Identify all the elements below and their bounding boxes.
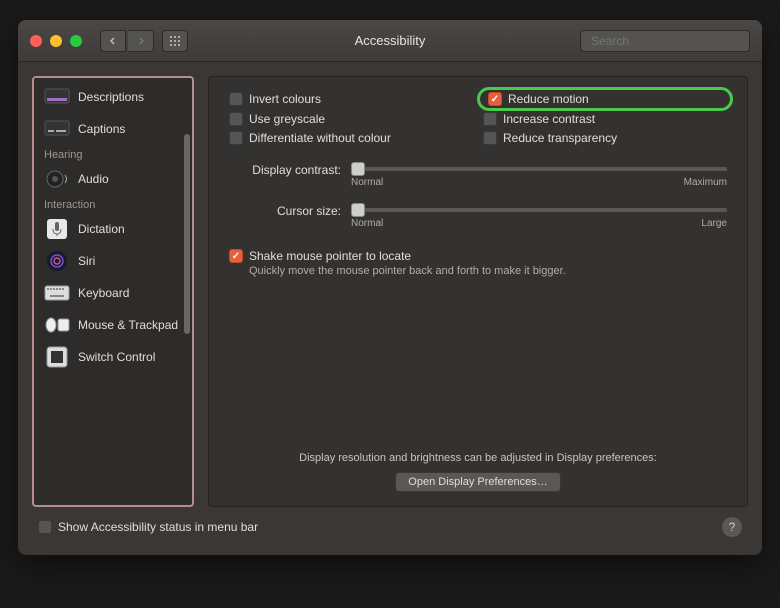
- sidebar-item-descriptions[interactable]: Descriptions: [34, 81, 192, 113]
- titlebar: Accessibility: [18, 20, 762, 62]
- audio-icon: [44, 169, 70, 189]
- checkbox-grid: Invert colours Reduce motion Use greysca…: [229, 91, 727, 145]
- display-contrast-row: Display contrast: Normal Maximum: [229, 161, 727, 188]
- switch-control-icon: [44, 347, 70, 367]
- shake-pointer-checkbox[interactable]: Shake mouse pointer to locate: [229, 249, 727, 263]
- window-controls: [30, 35, 82, 47]
- checkbox-label: Increase contrast: [503, 112, 595, 126]
- sidebar-item-label: Descriptions: [78, 90, 144, 104]
- sidebar-item-dictation[interactable]: Dictation: [34, 213, 192, 245]
- slider-min-label: Normal: [351, 218, 383, 229]
- close-button[interactable]: [30, 35, 42, 47]
- sidebar-item-switch-control[interactable]: Switch Control: [34, 341, 192, 373]
- sidebar-item-captions[interactable]: Captions: [34, 113, 192, 145]
- open-display-prefs-button[interactable]: Open Display Preferences…: [395, 472, 560, 492]
- slider-max-label: Maximum: [684, 177, 727, 188]
- sidebar-scrollbar[interactable]: [184, 84, 190, 499]
- main-footer: Display resolution and brightness can be…: [229, 452, 727, 492]
- sidebar-item-mouse-trackpad[interactable]: Mouse & Trackpad: [34, 309, 192, 341]
- section-hearing: Hearing: [34, 145, 192, 163]
- checkbox-label: Shake mouse pointer to locate: [249, 249, 411, 263]
- slider-thumb[interactable]: [351, 203, 365, 217]
- sidebar: Descriptions Captions Hearing Audio Inte…: [32, 76, 194, 507]
- footer-text: Display resolution and brightness can be…: [229, 452, 727, 464]
- checkbox-box: [38, 520, 52, 534]
- forward-button[interactable]: [128, 30, 154, 52]
- reduce-motion-checkbox[interactable]: Reduce motion: [477, 87, 733, 111]
- captions-icon: [44, 119, 70, 139]
- sidebar-item-siri[interactable]: Siri: [34, 245, 192, 277]
- keyboard-icon: [44, 283, 70, 303]
- reduce-transparency-checkbox[interactable]: Reduce transparency: [483, 131, 727, 145]
- search-input[interactable]: [591, 34, 746, 48]
- checkbox-label: Invert colours: [249, 92, 321, 106]
- dictation-icon: [44, 219, 70, 239]
- display-contrast-slider[interactable]: [351, 167, 727, 171]
- sidebar-item-label: Dictation: [78, 222, 125, 236]
- section-interaction: Interaction: [34, 195, 192, 213]
- sidebar-item-label: Siri: [78, 254, 95, 268]
- checkbox-box: [483, 112, 497, 126]
- checkbox-label: Reduce motion: [508, 92, 589, 106]
- help-button[interactable]: ?: [722, 517, 742, 537]
- checkbox-box: [229, 92, 243, 106]
- search-field[interactable]: [580, 30, 750, 52]
- minimize-button[interactable]: [50, 35, 62, 47]
- slider-label: Display contrast:: [229, 161, 341, 177]
- checkbox-box: [483, 131, 497, 145]
- mouse-trackpad-icon: [44, 315, 70, 335]
- slider-label: Cursor size:: [229, 202, 341, 218]
- show-status-checkbox[interactable]: Show Accessibility status in menu bar: [38, 520, 258, 534]
- descriptions-icon: [44, 87, 70, 107]
- use-greyscale-checkbox[interactable]: Use greyscale: [229, 112, 473, 126]
- cursor-size-row: Cursor size: Normal Large: [229, 202, 727, 229]
- checkbox-label: Use greyscale: [249, 112, 325, 126]
- back-button[interactable]: [100, 30, 126, 52]
- checkbox-label: Show Accessibility status in menu bar: [58, 520, 258, 534]
- checkbox-label: Reduce transparency: [503, 131, 617, 145]
- sidebar-item-label: Audio: [78, 172, 109, 186]
- checkbox-box: [229, 249, 243, 263]
- increase-contrast-checkbox[interactable]: Increase contrast: [483, 112, 727, 126]
- nav-buttons: [100, 30, 154, 52]
- shake-pointer-description: Quickly move the mouse pointer back and …: [249, 265, 727, 277]
- sidebar-item-label: Mouse & Trackpad: [78, 318, 178, 332]
- sidebar-item-keyboard[interactable]: Keyboard: [34, 277, 192, 309]
- sidebar-item-label: Switch Control: [78, 350, 155, 364]
- checkbox-label: Differentiate without colour: [249, 131, 391, 145]
- sidebar-item-label: Captions: [78, 122, 125, 136]
- slider-min-label: Normal: [351, 177, 383, 188]
- panes: Descriptions Captions Hearing Audio Inte…: [32, 76, 748, 507]
- preferences-window: Accessibility Descriptions Captions Hear…: [18, 20, 762, 555]
- invert-colours-checkbox[interactable]: Invert colours: [229, 91, 473, 107]
- window-title: Accessibility: [355, 33, 426, 48]
- main-panel: Invert colours Reduce motion Use greysca…: [208, 76, 748, 507]
- shake-pointer-row: Shake mouse pointer to locate Quickly mo…: [229, 249, 727, 277]
- content-area: Descriptions Captions Hearing Audio Inte…: [18, 62, 762, 555]
- cursor-size-slider[interactable]: [351, 208, 727, 212]
- differentiate-checkbox[interactable]: Differentiate without colour: [229, 131, 473, 145]
- show-all-button[interactable]: [162, 30, 188, 52]
- slider-thumb[interactable]: [351, 162, 365, 176]
- zoom-button[interactable]: [70, 35, 82, 47]
- siri-icon: [44, 251, 70, 271]
- sidebar-item-audio[interactable]: Audio: [34, 163, 192, 195]
- checkbox-box: [229, 131, 243, 145]
- checkbox-box: [229, 112, 243, 126]
- slider-max-label: Large: [701, 218, 727, 229]
- sidebar-item-label: Keyboard: [78, 286, 129, 300]
- checkbox-box: [488, 92, 502, 106]
- bottom-row: Show Accessibility status in menu bar ?: [32, 517, 748, 541]
